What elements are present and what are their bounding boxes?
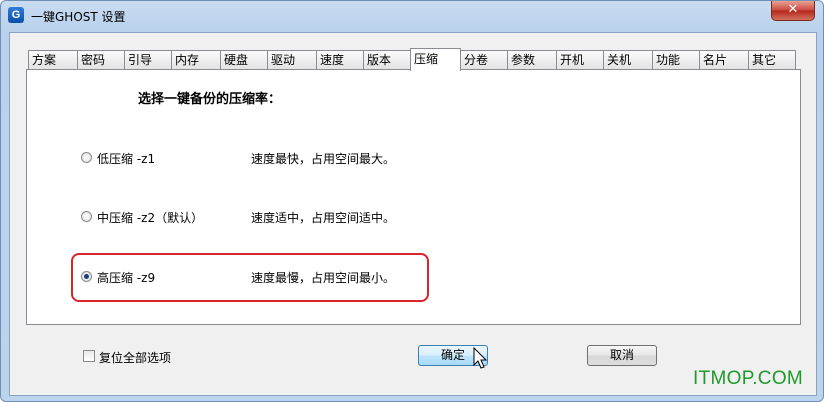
tab-params[interactable]: 参数 xyxy=(507,50,557,69)
radio-high[interactable] xyxy=(81,271,92,282)
window-title: 一键GHOST 设置 xyxy=(31,10,126,24)
option-label[interactable]: 低压缩 -z1 xyxy=(97,150,155,167)
panel-title: 选择一键备份的压缩率： xyxy=(138,92,282,107)
tab-driver[interactable]: 驱动 xyxy=(267,50,317,69)
tab-boot[interactable]: 引导 xyxy=(124,50,172,69)
tab-memory[interactable]: 内存 xyxy=(171,50,221,69)
option-label[interactable]: 高压缩 -z9 xyxy=(97,269,155,286)
dialog-body: 方案 密码 引导 内存 硬盘 驱动 速度 版本 压缩 分卷 参数 开机 关机 功… xyxy=(9,32,817,396)
option-description: 速度最慢，占用空间最小。 xyxy=(251,271,396,285)
radio-low[interactable] xyxy=(81,152,92,163)
reset-label[interactable]: 复位全部选项 xyxy=(99,349,171,366)
tab-speed[interactable]: 速度 xyxy=(316,50,364,69)
option-label[interactable]: 中压缩 -z2（默认） xyxy=(97,209,203,226)
tab-disk[interactable]: 硬盘 xyxy=(220,50,268,69)
cancel-button[interactable]: 取消 xyxy=(587,345,657,366)
compression-panel: 选择一键备份的压缩率： 低压缩 -z1 速度最快，占用空间最大。 中压缩 -z2… xyxy=(26,69,801,325)
tab-split[interactable]: 分卷 xyxy=(460,50,508,69)
tab-startup[interactable]: 开机 xyxy=(556,50,604,69)
radio-medium[interactable] xyxy=(81,211,92,222)
tab-features[interactable]: 功能 xyxy=(652,50,700,69)
tab-card[interactable]: 名片 xyxy=(699,50,749,69)
tab-compression[interactable]: 压缩 xyxy=(410,48,461,71)
tab-shutdown[interactable]: 关机 xyxy=(603,50,653,69)
mouse-cursor-icon xyxy=(473,347,488,369)
tab-plan[interactable]: 方案 xyxy=(28,50,78,69)
option-description: 速度适中，占用空间适中。 xyxy=(251,211,396,225)
app-icon: G xyxy=(8,7,24,23)
settings-window: G 一键GHOST 设置 ✕ 方案 密码 引导 内存 硬盘 驱动 速度 版本 压… xyxy=(0,0,824,402)
option-description: 速度最快，占用空间最大。 xyxy=(251,152,396,166)
tab-version[interactable]: 版本 xyxy=(363,50,411,69)
watermark: ITMOP.COM xyxy=(693,368,804,389)
reset-checkbox[interactable] xyxy=(83,350,95,362)
tab-password[interactable]: 密码 xyxy=(77,50,125,69)
close-icon: ✕ xyxy=(787,2,799,17)
title-bar[interactable]: G 一键GHOST 设置 ✕ xyxy=(1,1,823,31)
close-button[interactable]: ✕ xyxy=(771,1,815,21)
tab-other[interactable]: 其它 xyxy=(748,50,796,69)
